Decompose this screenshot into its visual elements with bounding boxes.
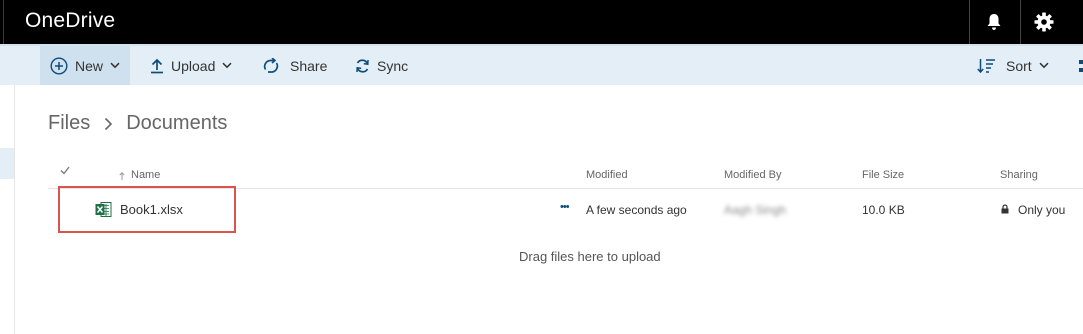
file-sharing: Only you — [1018, 203, 1066, 217]
upload-button-label: Upload — [171, 57, 216, 74]
sync-icon — [355, 58, 370, 74]
command-bar: New Upload Share Sync Sort — [0, 44, 1083, 85]
top-bar-divider — [1020, 0, 1021, 44]
lock-icon — [1001, 203, 1009, 217]
file-size: 10.0 KB — [862, 203, 905, 217]
more-actions-button[interactable]: ••• — [560, 201, 570, 213]
breadcrumb: Files Documents — [48, 112, 227, 135]
chevron-down-icon — [222, 62, 232, 69]
highlight-box — [58, 186, 236, 233]
left-nav-selected-item[interactable] — [0, 148, 14, 179]
breadcrumb-root[interactable]: Files — [48, 112, 90, 135]
top-bar-divider — [969, 0, 970, 44]
drop-zone-hint: Drag files here to upload — [519, 249, 661, 264]
column-header-modified[interactable]: Modified — [586, 169, 628, 181]
new-button-label: New — [75, 57, 104, 74]
upload-icon — [150, 58, 164, 74]
new-button[interactable]: New — [40, 46, 130, 85]
bell-icon[interactable] — [982, 10, 1006, 34]
chevron-down-icon — [1039, 62, 1049, 69]
sort-button-label: Sort — [1006, 57, 1032, 74]
top-bar-edge — [3, 0, 4, 44]
select-all-check-icon[interactable] — [60, 166, 70, 178]
column-header-modified-by[interactable]: Modified By — [724, 169, 781, 181]
upload-button[interactable]: Upload — [150, 46, 232, 85]
column-header-sharing[interactable]: Sharing — [1000, 169, 1038, 181]
column-header-name[interactable]: Name — [131, 169, 160, 181]
column-header-file-size[interactable]: File Size — [862, 169, 904, 181]
file-modified-by: Aagh Singh — [724, 203, 787, 217]
app-title[interactable]: OneDrive — [25, 9, 115, 33]
file-modified: A few seconds ago — [586, 203, 687, 217]
top-bar: OneDrive — [0, 0, 1083, 44]
plus-circle-icon — [50, 56, 68, 75]
share-icon — [262, 57, 280, 74]
sort-button[interactable]: Sort — [977, 46, 1049, 85]
share-button-label: Share — [290, 57, 328, 74]
sync-button[interactable]: Sync — [355, 46, 408, 85]
share-button[interactable]: Share — [262, 46, 327, 85]
sort-icon — [977, 58, 996, 74]
left-nav — [0, 85, 15, 334]
breadcrumb-current: Documents — [126, 112, 228, 134]
chevron-right-icon — [104, 117, 113, 131]
gear-icon[interactable] — [1032, 10, 1056, 34]
sort-arrow-icon — [119, 171, 125, 183]
sync-button-label: Sync — [377, 57, 409, 74]
chevron-down-icon — [110, 62, 120, 69]
view-switcher-icon[interactable] — [1077, 46, 1083, 85]
